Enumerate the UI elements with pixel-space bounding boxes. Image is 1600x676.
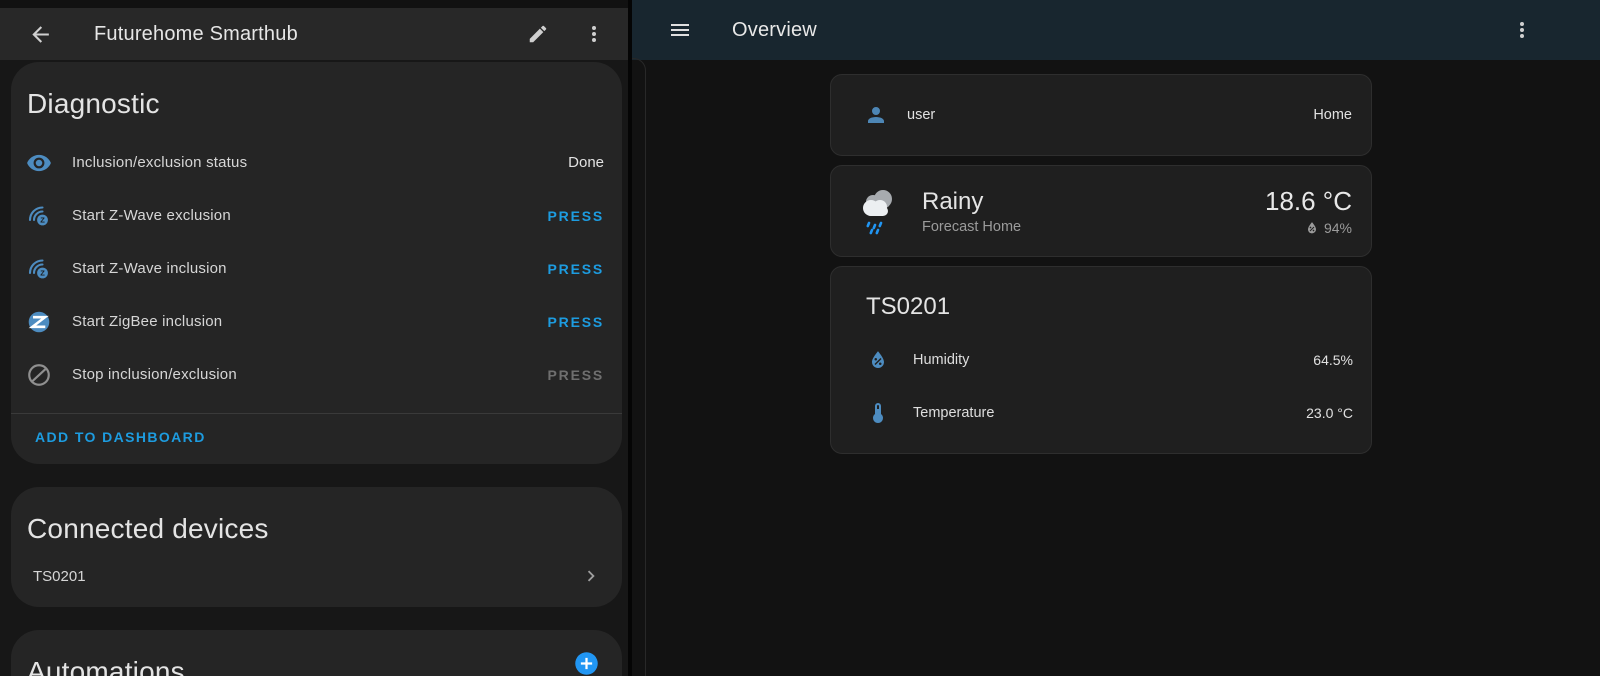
user-entity-state: Home xyxy=(1313,107,1352,123)
press-button[interactable]: PRESS xyxy=(548,261,604,277)
app-header: Futurehome Smarthub xyxy=(0,8,628,60)
humidity-icon xyxy=(866,348,890,372)
add-to-dashboard-button[interactable]: ADD TO DASHBOARD xyxy=(35,429,206,445)
edit-button[interactable] xyxy=(518,14,558,54)
press-button[interactable]: PRESS xyxy=(548,208,604,224)
row-label: Start Z-Wave inclusion xyxy=(72,260,227,277)
add-automation-button[interactable] xyxy=(573,650,600,676)
cancel-icon xyxy=(26,362,52,388)
device-settings-panel: Futurehome Smarthub Diagnostic Inclusion xyxy=(0,0,628,676)
diagnostic-row-stop-inclusion: Stop inclusion/exclusion PRESS xyxy=(11,348,622,401)
connected-devices-title: Connected devices xyxy=(11,487,622,561)
status-bar xyxy=(0,0,628,8)
view-edge-line xyxy=(632,58,646,676)
zigbee-icon xyxy=(26,309,52,335)
thermometer-icon xyxy=(866,401,890,425)
overflow-menu-button[interactable] xyxy=(574,14,614,54)
diagnostic-row-zwave-exclusion: Z Start Z-Wave exclusion PRESS xyxy=(11,189,622,242)
dashboard-overflow-menu-button[interactable] xyxy=(1502,10,1542,50)
chevron-right-icon xyxy=(580,565,602,587)
sensor-row-temperature[interactable]: Temperature 23.0 °C xyxy=(831,386,1371,439)
row-label: Stop inclusion/exclusion xyxy=(72,366,237,383)
diagnostic-card-title: Diagnostic xyxy=(11,62,622,136)
device-link-ts0201[interactable]: TS0201 xyxy=(11,561,622,607)
weather-humidity: 94% xyxy=(1324,220,1352,236)
press-button-disabled: PRESS xyxy=(548,367,604,383)
svg-text:Z: Z xyxy=(40,215,45,224)
diagnostic-card: Diagnostic Inclusion/exclusion status Do… xyxy=(11,62,622,464)
row-value: Done xyxy=(568,154,604,171)
svg-text:Z: Z xyxy=(40,268,45,277)
diagnostic-row-zwave-inclusion: Z Start Z-Wave inclusion PRESS xyxy=(11,242,622,295)
back-button[interactable] xyxy=(20,14,60,54)
sensor-value: 23.0 °C xyxy=(1306,405,1353,421)
sensor-card-title: TS0201 xyxy=(831,293,1371,333)
weather-temperature: 18.6 °C xyxy=(1265,186,1352,217)
plus-circle-icon xyxy=(573,650,600,676)
row-label: Start ZigBee inclusion xyxy=(72,313,222,330)
overview-dashboard-panel: Overview user Home xyxy=(632,0,1600,676)
water-percent-icon xyxy=(1304,220,1320,236)
dashboard-title: Overview xyxy=(732,19,817,42)
sensor-value: 64.5% xyxy=(1313,352,1353,368)
device-name: TS0201 xyxy=(33,568,86,585)
weather-condition: Rainy xyxy=(922,188,1021,216)
sensor-label: Temperature xyxy=(913,405,994,421)
zwave-icon: Z xyxy=(26,256,52,282)
automations-card: Automations xyxy=(11,630,622,676)
screen: Futurehome Smarthub Diagnostic Inclusion xyxy=(0,0,1600,676)
kebab-menu-icon xyxy=(1510,18,1534,42)
connected-devices-card: Connected devices TS0201 xyxy=(11,487,622,607)
kebab-menu-icon xyxy=(582,22,606,46)
person-icon xyxy=(864,103,888,127)
pencil-icon xyxy=(527,23,549,45)
page-title: Futurehome Smarthub xyxy=(94,23,298,46)
sensor-label: Humidity xyxy=(913,352,969,368)
eye-icon xyxy=(26,150,52,176)
sensor-row-humidity[interactable]: Humidity 64.5% xyxy=(831,333,1371,386)
arrow-left-icon xyxy=(28,22,53,47)
user-entity-name: user xyxy=(907,107,935,123)
hamburger-menu-icon xyxy=(668,18,692,42)
diagnostic-row-zigbee-inclusion: Start ZigBee inclusion PRESS xyxy=(11,295,622,348)
automations-title: Automations xyxy=(11,630,622,676)
zwave-icon: Z xyxy=(26,203,52,229)
sensor-entities-card: TS0201 Humidity 64.5% Temperature 23.0 °… xyxy=(830,266,1372,454)
sidebar-menu-button[interactable] xyxy=(660,10,700,50)
diagnostic-row-inclusion-status: Inclusion/exclusion status Done xyxy=(11,136,622,189)
user-entity-card[interactable]: user Home xyxy=(830,74,1372,156)
dashboard-header: Overview xyxy=(632,0,1600,60)
weather-rainy-icon xyxy=(852,183,904,239)
press-button[interactable]: PRESS xyxy=(548,314,604,330)
weather-forecast-card[interactable]: Rainy Forecast Home 18.6 °C 94% xyxy=(830,165,1372,257)
row-label: Start Z-Wave exclusion xyxy=(72,207,231,224)
weather-entity-name: Forecast Home xyxy=(922,219,1021,235)
row-label: Inclusion/exclusion status xyxy=(72,154,247,171)
